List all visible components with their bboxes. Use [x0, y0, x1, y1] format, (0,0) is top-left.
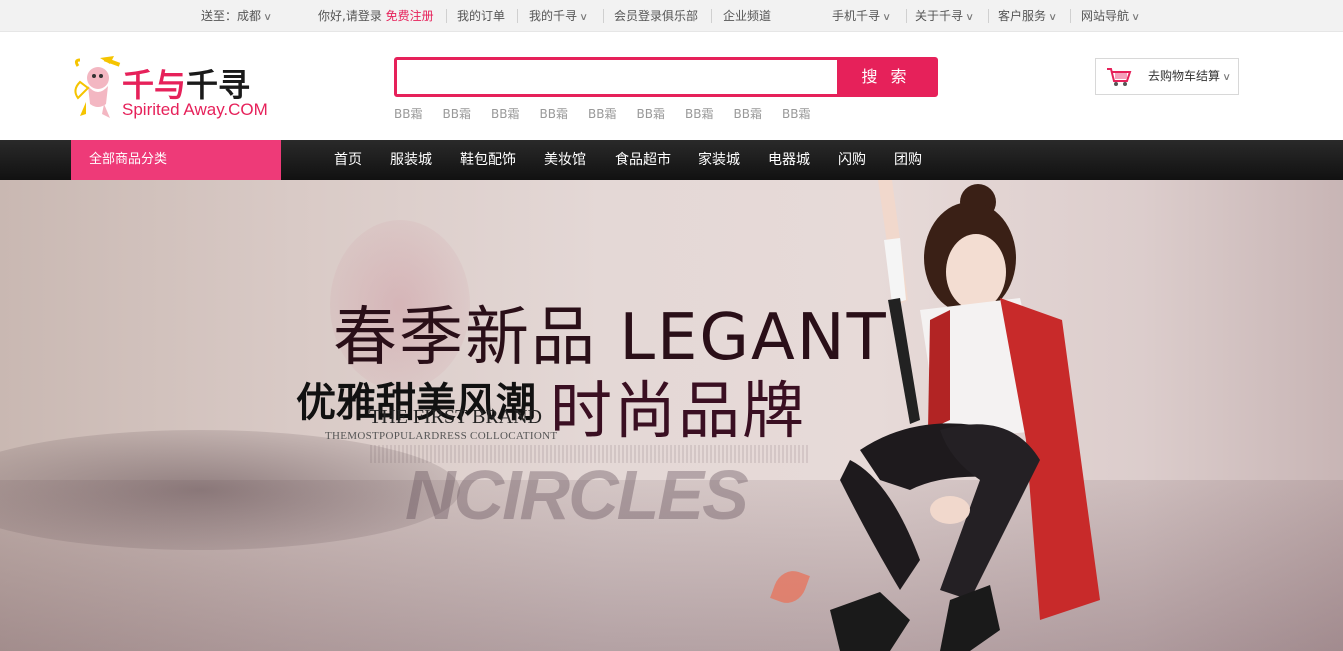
hero-banner[interactable]: 春季新品 LEGANT 优雅甜美风潮 时尚品牌 THE FIRST BRAND …	[0, 180, 1343, 651]
login-link[interactable]: 你好,请登录	[318, 9, 382, 23]
hot-keyword[interactable]: BB霜	[734, 105, 783, 122]
about-menu[interactable]: 关于千寻 ∨	[915, 0, 975, 32]
hot-keywords: BB霜 BB霜 BB霜 BB霜 BB霜 BB霜 BB霜 BB霜 BB霜	[394, 105, 831, 121]
delivery-location[interactable]: 送至：成都 ∨	[201, 0, 273, 32]
divider	[988, 9, 989, 23]
site-nav-menu[interactable]: 网站导航 ∨	[1081, 0, 1141, 32]
divider	[517, 9, 518, 23]
cart-button[interactable]: 去购物车结算 ∨	[1095, 58, 1239, 95]
shopping-cart-icon	[1107, 68, 1132, 86]
all-categories-button[interactable]: 全部商品分类	[71, 140, 281, 180]
logo-chinese-a: 千与	[122, 66, 187, 104]
nav-item-appliances[interactable]: 电器城	[768, 140, 810, 180]
mobile-label: 手机千寻	[832, 9, 881, 23]
chevron-down-icon: ∨	[579, 12, 589, 23]
divider	[906, 9, 907, 23]
header: 千与千寻 Spirited Away.COM 搜 索 BB霜 BB霜 BB霜 BB霜 B…	[0, 32, 1343, 140]
register-link[interactable]: 免费注册	[386, 9, 434, 23]
hot-keyword[interactable]: BB霜	[443, 105, 492, 122]
cupid-mascot-icon	[74, 56, 121, 118]
hot-keyword[interactable]: BB霜	[491, 105, 540, 122]
cart-text: 去购物车结算	[1148, 69, 1221, 83]
banner-tagline: THEMOSTPOPULARDRESS COLLOCATIONT	[325, 430, 558, 442]
club-link[interactable]: 会员登录俱乐部	[614, 0, 698, 32]
nav-item-beauty[interactable]: 美妆馆	[544, 140, 586, 180]
my-account-menu[interactable]: 我的千寻 ∨	[529, 0, 589, 32]
chevron-down-icon: ∨	[263, 12, 273, 23]
top-bar: 送至：成都 ∨ 你好,请登录 免费注册 我的订单 我的千寻 ∨ 会员登录俱乐部 企业…	[0, 0, 1343, 32]
login-area: 你好,请登录 免费注册	[318, 0, 434, 32]
nav-item-shoes-bags[interactable]: 鞋包配饰	[460, 140, 516, 180]
banner-ghost-text: NCIRCLES	[405, 456, 749, 534]
hot-keyword[interactable]: BB霜	[637, 105, 686, 122]
service-label: 客户服务	[998, 9, 1047, 23]
my-account-label: 我的千寻	[529, 9, 578, 23]
chevron-down-icon: ∨	[882, 12, 892, 23]
divider	[711, 9, 712, 23]
service-menu[interactable]: 客户服务 ∨	[998, 0, 1058, 32]
search-button[interactable]: 搜 索	[837, 60, 935, 94]
hot-keyword[interactable]: BB霜	[540, 105, 589, 122]
banner-brand: THE FIRST BRAND	[369, 406, 542, 428]
my-orders-link[interactable]: 我的订单	[457, 0, 505, 32]
site-nav-label: 网站导航	[1081, 9, 1130, 23]
nav-item-flash-sale[interactable]: 闪购	[838, 140, 866, 180]
nav-item-home[interactable]: 首页	[334, 140, 362, 180]
enterprise-link[interactable]: 企业频道	[723, 0, 771, 32]
chevron-down-icon: ∨	[965, 12, 975, 23]
search-box: 搜 索	[394, 57, 938, 97]
divider	[446, 9, 447, 23]
hot-keyword[interactable]: BB霜	[782, 105, 831, 122]
chevron-down-icon: ∨	[1131, 12, 1141, 23]
hot-keyword[interactable]: BB霜	[394, 105, 443, 122]
chevron-down-icon: ∨	[1222, 72, 1232, 83]
about-label: 关于千寻	[915, 9, 964, 23]
cart-label: 去购物车结算 ∨	[1148, 59, 1232, 95]
divider	[1070, 9, 1071, 23]
logo-english: Spirited Away.COM	[122, 100, 268, 119]
mobile-menu[interactable]: 手机千寻 ∨	[832, 0, 892, 32]
nav-item-home-decor[interactable]: 家装城	[698, 140, 740, 180]
banner-subline-b: 时尚品牌	[550, 374, 807, 447]
model-photo	[830, 180, 1100, 651]
chevron-down-icon: ∨	[1048, 12, 1058, 23]
delivery-label: 送至：成都	[201, 9, 262, 23]
hot-keyword[interactable]: BB霜	[685, 105, 734, 122]
nav-item-clothing[interactable]: 服装城	[390, 140, 432, 180]
logo-chinese-b: 千寻	[186, 66, 251, 104]
search-input[interactable]	[397, 60, 837, 94]
hot-keyword[interactable]: BB霜	[588, 105, 637, 122]
nav-item-food[interactable]: 食品超市	[615, 140, 671, 180]
main-nav: 全部商品分类 首页 服装城 鞋包配饰 美妆馆 食品超市 家装城 电器城 闪购 团…	[0, 140, 1343, 180]
divider	[603, 9, 604, 23]
site-logo[interactable]: 千与千寻 Spirited Away.COM	[70, 54, 290, 126]
nav-item-group-buy[interactable]: 团购	[894, 140, 922, 180]
